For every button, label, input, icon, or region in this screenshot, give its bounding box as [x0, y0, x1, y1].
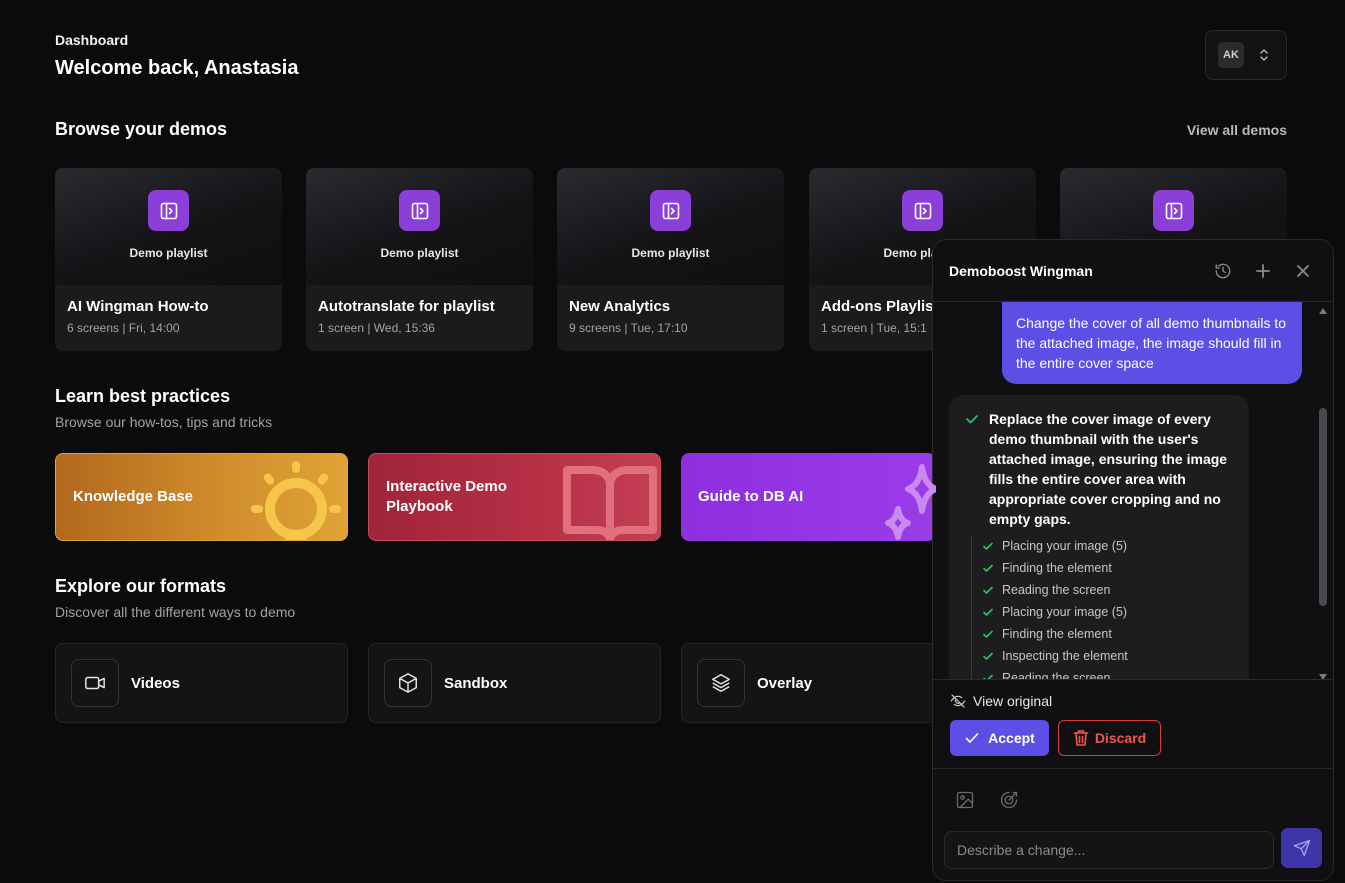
playlist-icon [1153, 190, 1194, 231]
format-label: Videos [131, 674, 180, 692]
target-select-icon[interactable] [999, 790, 1019, 810]
discard-button[interactable]: Discard [1058, 720, 1161, 756]
wingman-panel: Demoboost Wingman Change the cover of al… [932, 239, 1334, 881]
book-icon [563, 466, 657, 540]
video-icon [71, 659, 119, 707]
scrollbar-thumb[interactable] [1319, 408, 1327, 606]
breadcrumb: Dashboard [55, 32, 129, 48]
playlist-icon [399, 190, 440, 231]
chat-thread: Change the cover of all demo thumbnails … [933, 302, 1323, 679]
step-item: Finding the element [982, 557, 1237, 579]
demo-card[interactable]: Demo playlist AI Wingman How-to 6 screen… [55, 168, 282, 351]
learn-card-label: Knowledge Base [73, 488, 194, 505]
step-item: Placing your image (5) [982, 601, 1237, 623]
demo-card[interactable]: Demo playlist New Analytics 9 screens | … [557, 168, 784, 351]
demos-section-title: Browse your demos [55, 119, 228, 139]
playlist-icon [148, 190, 189, 231]
box-icon [384, 659, 432, 707]
send-button[interactable] [1281, 828, 1322, 868]
check-icon [965, 409, 979, 529]
learn-section-subtitle: Browse our how-tos, tips and tricks [55, 414, 273, 430]
send-icon [1293, 839, 1311, 857]
formats-section-subtitle: Discover all the different ways to demo [55, 604, 296, 620]
chevron-up-down-icon [1258, 48, 1270, 62]
formats-section-title: Explore our formats [55, 576, 227, 596]
demo-title: New Analytics [569, 298, 671, 315]
format-card-overlay[interactable]: Overlay [681, 643, 936, 723]
page-title: Welcome back, Anastasia [55, 57, 299, 79]
format-label: Overlay [757, 674, 813, 692]
learn-card-label: Guide to DB AI [698, 488, 804, 505]
step-item: Reading the screen [982, 579, 1237, 601]
step-item: Reading the screen [982, 667, 1237, 679]
user-message: Change the cover of all demo thumbnails … [1002, 302, 1302, 384]
demo-meta: 9 screens | Tue, 17:10 [569, 321, 688, 335]
sparkle-icon [885, 464, 936, 540]
demo-thumbnail-label: Demo playlist [129, 246, 208, 260]
change-input[interactable] [944, 831, 1274, 869]
playlist-icon [902, 190, 943, 231]
check-icon [982, 672, 994, 679]
check-icon [982, 562, 994, 574]
chat-scrollbar[interactable] [1319, 308, 1329, 680]
knowledge-base-card[interactable]: Knowledge Base [55, 453, 348, 541]
view-all-demos-link[interactable]: View all demos [1187, 122, 1287, 138]
demo-title: Autotranslate for playlist [318, 298, 495, 315]
change-actions: View original Accept Discard [933, 679, 1333, 769]
scroll-up-arrow[interactable] [1319, 308, 1327, 314]
interactive-demo-playbook-card[interactable]: Interactive Demo Playbook [368, 453, 661, 541]
eye-off-icon [950, 693, 966, 709]
lightbulb-icon [251, 461, 341, 540]
step-item: Finding the element [982, 623, 1237, 645]
check-icon [964, 730, 980, 746]
demo-meta: 1 screen | Wed, 15:36 [318, 321, 435, 335]
guide-to-db-ai-card[interactable]: Guide to DB AI [681, 453, 936, 541]
account-switcher[interactable]: AK [1205, 30, 1287, 80]
demo-card[interactable]: Demo playlist Autotranslate for playlist… [306, 168, 533, 351]
close-icon[interactable] [1289, 257, 1317, 285]
ai-summary-text: Replace the cover image of every demo th… [989, 411, 1228, 527]
ai-message: Replace the cover image of every demo th… [949, 395, 1249, 679]
learn-card-label: Interactive Demo Playbook [386, 478, 507, 515]
step-item: Inspecting the element [982, 645, 1237, 667]
demo-thumbnail-label: Demo playlist [631, 246, 710, 260]
trash-icon [1073, 729, 1089, 747]
demo-thumbnail: Demo playlist [55, 168, 282, 285]
check-icon [982, 650, 994, 662]
history-icon[interactable] [1209, 257, 1237, 285]
learn-section-title: Learn best practices [55, 386, 231, 406]
demo-title: AI Wingman How-to [67, 298, 209, 315]
format-card-videos[interactable]: Videos [55, 643, 348, 723]
check-icon [982, 606, 994, 618]
wingman-title: Demoboost Wingman [949, 262, 1093, 279]
accept-button[interactable]: Accept [950, 720, 1049, 756]
wingman-header: Demoboost Wingman [933, 240, 1333, 302]
format-label: Sandbox [444, 674, 508, 692]
new-chat-icon[interactable] [1249, 257, 1277, 285]
format-card-sandbox[interactable]: Sandbox [368, 643, 661, 723]
layers-icon [697, 659, 745, 707]
demo-thumbnail-label: Demo playlist [380, 246, 459, 260]
view-original-toggle[interactable]: View original [950, 693, 1052, 709]
check-icon [982, 540, 994, 552]
avatar: AK [1218, 42, 1244, 68]
demo-meta: 6 screens | Fri, 14:00 [67, 321, 180, 335]
demo-thumbnail: Demo playlist [306, 168, 533, 285]
step-list: Placing your image (5) Finding the eleme… [971, 535, 1237, 679]
playlist-icon [650, 190, 691, 231]
demo-thumbnail: Demo playlist [557, 168, 784, 285]
step-item: Placing your image (5) [982, 535, 1237, 557]
image-attach-icon[interactable] [955, 790, 975, 810]
check-icon [982, 584, 994, 596]
check-icon [982, 628, 994, 640]
view-original-label: View original [973, 693, 1053, 709]
